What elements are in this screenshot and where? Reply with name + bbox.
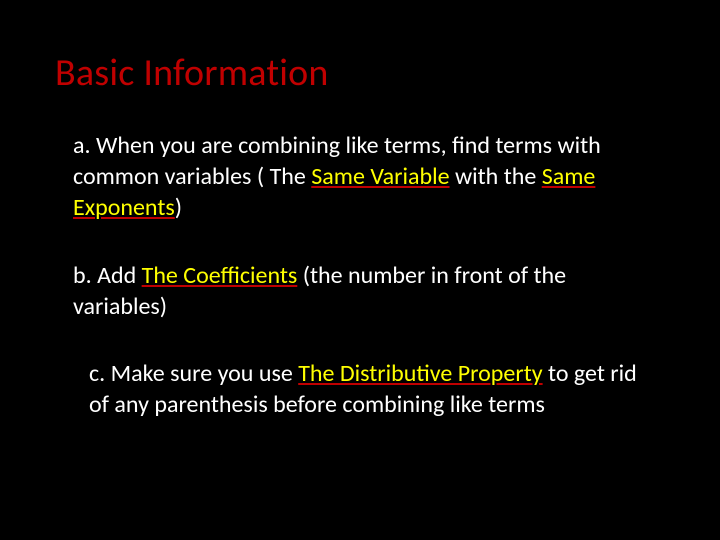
point-b: b. Add The Coefficients (the number in f…	[73, 260, 633, 322]
point-b-highlight-1: The Coefficients	[142, 261, 298, 290]
slide-title: Basic Information	[55, 50, 665, 96]
point-a-highlight-1: Same Variable	[311, 162, 449, 191]
point-a: a. When you are combining like terms, fi…	[73, 130, 633, 224]
point-c: c. Make sure you use The Distributive Pr…	[89, 358, 649, 420]
point-c-text-1: c. Make sure you use	[89, 359, 298, 388]
point-c-highlight-1: The Distributive Property	[298, 359, 542, 388]
slide: Basic Information a. When you are combin…	[0, 0, 720, 540]
point-a-text-2: with the	[450, 162, 542, 191]
point-b-text-1: b. Add	[73, 261, 142, 290]
point-a-text-3: )	[175, 193, 182, 222]
